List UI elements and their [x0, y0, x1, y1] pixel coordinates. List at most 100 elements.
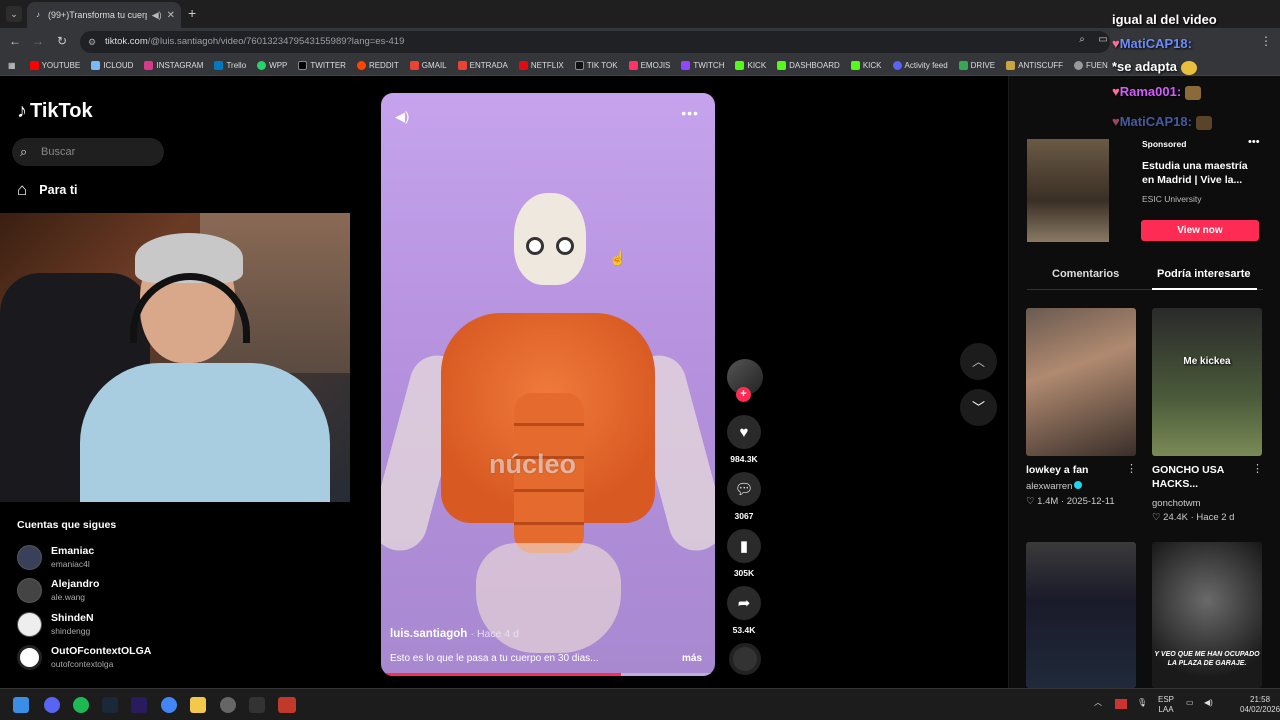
bookmark-drive[interactable]: DRIVE: [958, 61, 995, 70]
recommended-video-title[interactable]: lowkey a fan: [1026, 463, 1136, 477]
previous-video-button[interactable]: ︿: [960, 343, 997, 380]
tray-app-icon[interactable]: [1115, 699, 1127, 709]
tiktok-logo[interactable]: ♪ TikTok: [17, 100, 93, 123]
bookmark-icloud[interactable]: ICLOUD: [91, 61, 133, 70]
chat-message: ♥Rama001:: [1112, 84, 1201, 100]
bookmark-trello[interactable]: Trello: [214, 61, 246, 70]
tab-search-button[interactable]: ⌄: [6, 6, 22, 22]
following-account[interactable]: OutOFcontextOLGA outofcontextolga: [17, 643, 217, 673]
bookmark-kick[interactable]: KICK: [735, 61, 766, 70]
comment-count: 3067: [734, 511, 754, 521]
kick-icon: [735, 61, 745, 70]
app-icon[interactable]: [278, 697, 296, 713]
bookmark-kick-2[interactable]: KICK: [850, 61, 882, 70]
avatar: [17, 545, 42, 570]
site-info-icon[interactable]: ⚙: [88, 31, 96, 53]
cast-icon[interactable]: ▭: [1095, 34, 1111, 45]
speaker-icon[interactable]: ◀): [152, 10, 162, 21]
bookmark-youtube[interactable]: YOUTUBE: [29, 61, 80, 70]
nav-para-ti[interactable]: ⌂ Para ti: [17, 180, 78, 200]
view-now-button[interactable]: View now: [1141, 220, 1259, 241]
following-account[interactable]: ShindeN shindengg: [17, 610, 217, 640]
bookmark-activity-feed[interactable]: Activity feed: [892, 61, 948, 70]
browser-tab[interactable]: ♪ (99+)Transforma tu cuerpo ◀) ✕: [27, 2, 181, 28]
apps-icon[interactable]: ▦: [8, 61, 16, 70]
forward-icon[interactable]: →: [30, 34, 46, 48]
bookmark-gmail[interactable]: GMAIL: [409, 61, 447, 70]
new-tab-button[interactable]: +: [188, 5, 196, 21]
more-button[interactable]: más: [682, 653, 702, 664]
microphone-icon[interactable]: 🎙︎: [1137, 698, 1147, 708]
chrome-icon[interactable]: [161, 697, 177, 713]
chat-message: *se adapta: [1112, 59, 1197, 75]
bookmark-tiktok[interactable]: TIK TOK: [574, 61, 618, 70]
antiscuff-icon: [1006, 61, 1016, 70]
recommended-video-thumbnail[interactable]: Y VEO QUE ME HAN OCUPADO LA PLAZA DE GAR…: [1152, 542, 1262, 688]
nav-label: Para ti: [39, 183, 78, 197]
bookmark-netflix[interactable]: NETFLIX: [518, 61, 564, 70]
tab-podria-interesarte[interactable]: Podría interesarte: [1157, 268, 1251, 280]
close-tab-icon[interactable]: ✕: [167, 10, 175, 21]
comment-button[interactable]: 💬︎ 3067: [725, 472, 763, 521]
recommended-video-thumbnail[interactable]: Me kickea: [1152, 308, 1262, 456]
steam-icon[interactable]: [102, 697, 118, 713]
bookmark-reddit[interactable]: REDDIT: [356, 61, 399, 70]
bookmark-wpp[interactable]: WPP: [257, 61, 287, 70]
file-explorer-icon[interactable]: [190, 697, 206, 713]
back-icon[interactable]: ←: [7, 34, 23, 48]
next-video-button[interactable]: ﹀: [960, 389, 997, 426]
windows-start-icon[interactable]: [13, 697, 29, 713]
tray-expand-icon[interactable]: ︿: [1094, 698, 1102, 708]
reload-icon[interactable]: ↻: [54, 34, 70, 48]
bookmark-antiscuff[interactable]: ANTISCUFF: [1006, 61, 1063, 70]
language-indicator[interactable]: ESP LAA: [1158, 695, 1174, 715]
address-bar[interactable]: ⚙ tiktok.com/@luis.santiagoh/video/76013…: [80, 31, 1110, 53]
zoom-icon[interactable]: ⌕: [1074, 34, 1090, 45]
share-button[interactable]: ➦ 53.4K: [725, 586, 763, 635]
recommended-video-author[interactable]: gonchotwm: [1152, 498, 1201, 509]
save-button[interactable]: ▮ 305K: [725, 529, 763, 578]
bookmark-entrada[interactable]: ENTRADA: [457, 61, 508, 70]
tab-comentarios[interactable]: Comentarios: [1052, 268, 1119, 280]
bookmark-dashboard[interactable]: DASHBOARD: [777, 61, 840, 70]
recommended-video-thumbnail[interactable]: [1026, 542, 1136, 688]
volume-icon[interactable]: ◀): [395, 109, 409, 125]
following-account[interactable]: Alejandro ale.wang: [17, 576, 217, 606]
like-button[interactable]: ♥ 984.3K: [725, 415, 763, 464]
ad-title[interactable]: Estudia una maestría en Madrid | Vive la…: [1142, 159, 1262, 187]
search-input[interactable]: ⌕ Buscar: [12, 138, 164, 166]
spotify-icon[interactable]: [73, 697, 89, 713]
browser-menu-icon[interactable]: ⋮: [1258, 34, 1274, 48]
progress-fill: [381, 673, 622, 676]
share-icon: ➦: [727, 586, 761, 620]
bookmark-instagram[interactable]: INSTAGRAM: [144, 61, 203, 70]
video-description: Esto es lo que le pasa a tu cuerpo en 30…: [390, 653, 599, 664]
bookmark-emojis[interactable]: EMOJIS: [628, 61, 670, 70]
bookmark-twitter[interactable]: TWITTER: [298, 61, 346, 70]
ad-more-icon[interactable]: •••: [1248, 136, 1260, 148]
discord-icon[interactable]: [44, 697, 60, 713]
recommended-video-title[interactable]: GONCHO USA HACKS...: [1152, 463, 1262, 491]
x-icon: [298, 61, 308, 70]
ad-thumbnail[interactable]: [1027, 139, 1109, 242]
follow-plus-icon[interactable]: +: [736, 387, 751, 402]
volume-icon[interactable]: ◀): [1204, 698, 1213, 708]
video-player[interactable]: núcleo ☝ ◀) ••• luis.santiagoh · Hace 4 …: [381, 93, 715, 676]
music-disc-icon[interactable]: [729, 643, 761, 675]
recommended-video-thumbnail[interactable]: [1026, 308, 1136, 456]
recommended-video-author[interactable]: alexwarren: [1026, 481, 1083, 492]
author-handle[interactable]: luis.santiagoh: [390, 628, 467, 640]
clock[interactable]: 21:58 04/02/2026: [1240, 695, 1280, 715]
bookmark-fuen[interactable]: FUEN: [1074, 61, 1108, 70]
network-icon[interactable]: ▭: [1186, 698, 1194, 708]
more-options-icon[interactable]: •••: [681, 105, 699, 121]
premiere-icon[interactable]: [131, 697, 147, 713]
bookmark-twitch[interactable]: TWITCH: [681, 61, 724, 70]
following-account[interactable]: Emaniac emaniac4l: [17, 543, 217, 573]
more-options-icon[interactable]: ⋮: [1252, 462, 1263, 475]
app-icon[interactable]: [249, 697, 265, 713]
more-options-icon[interactable]: ⋮: [1126, 462, 1137, 475]
video-author[interactable]: luis.santiagoh · Hace 4 d: [390, 628, 519, 640]
twitch-icon: [681, 61, 691, 70]
obs-icon[interactable]: [220, 697, 236, 713]
